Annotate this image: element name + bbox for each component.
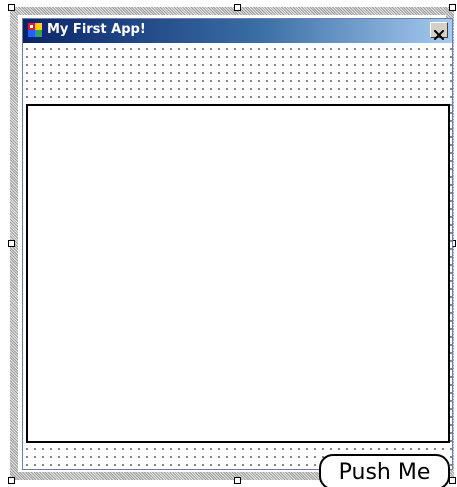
resize-handle-top-right[interactable] [449, 4, 456, 11]
resize-handle-top-left[interactable] [8, 4, 15, 11]
resize-handle-bottom-right[interactable] [449, 477, 456, 484]
text-box[interactable] [26, 104, 450, 443]
resize-handle-top[interactable] [234, 4, 241, 11]
resize-handle-bottom[interactable] [234, 477, 241, 484]
push-me-button[interactable]: Push Me [319, 454, 450, 487]
title-bar[interactable]: My First App! [23, 19, 452, 43]
close-icon [433, 25, 445, 41]
resize-handle-left[interactable] [8, 240, 15, 247]
form-client-area: Push Me [23, 43, 452, 487]
designer-canvas: My First App! Push Me [0, 0, 457, 487]
window-title: My First App! [47, 22, 146, 37]
resize-handle-bottom-left[interactable] [8, 477, 15, 484]
app-icon [27, 22, 43, 38]
form-window[interactable]: My First App! Push Me [22, 18, 453, 487]
close-button[interactable] [430, 22, 448, 41]
